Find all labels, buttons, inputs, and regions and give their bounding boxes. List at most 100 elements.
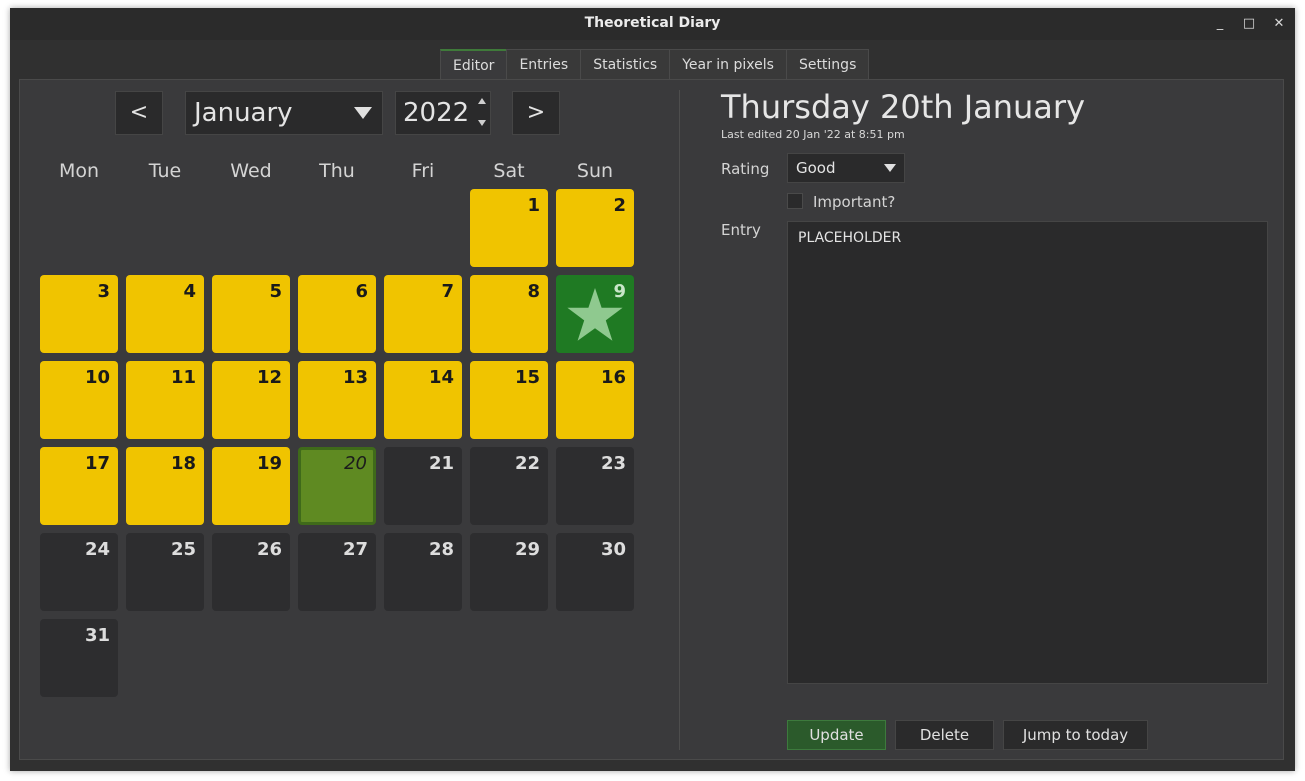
minimize-button[interactable]: _ — [1209, 14, 1231, 34]
day-cell-27[interactable]: 27 — [298, 533, 376, 611]
day-cell-14[interactable]: 14 — [384, 361, 462, 439]
day-cell-20[interactable]: 20 — [298, 447, 376, 525]
day-number: 11 — [170, 367, 196, 388]
window-title: Theoretical Diary — [584, 15, 721, 31]
day-cell-9[interactable]: 9 — [556, 275, 634, 353]
day-number: 5 — [269, 281, 282, 302]
day-cell-3[interactable]: 3 — [40, 275, 118, 353]
day-cell-30[interactable]: 30 — [556, 533, 634, 611]
day-number: 29 — [514, 539, 540, 560]
day-cell-10[interactable]: 10 — [40, 361, 118, 439]
day-cell-17[interactable]: 17 — [40, 447, 118, 525]
day-number: 14 — [428, 367, 454, 388]
tab-bar: Editor Entries Statistics Year in pixels… — [440, 49, 870, 81]
day-cell-13[interactable]: 13 — [298, 361, 376, 439]
day-number: 31 — [84, 625, 110, 646]
next-month-button[interactable]: > — [512, 91, 560, 135]
day-number: 24 — [84, 539, 110, 560]
jump-to-today-button[interactable]: Jump to today — [1003, 720, 1148, 750]
day-number: 16 — [600, 367, 626, 388]
tab-entries[interactable]: Entries — [506, 49, 582, 79]
day-number: 8 — [527, 281, 540, 302]
month-select[interactable]: January — [185, 91, 383, 135]
weekday-sat: Sat — [493, 160, 525, 182]
day-cell-19[interactable]: 19 — [212, 447, 290, 525]
year-value: 2022 — [403, 98, 470, 128]
prev-month-button[interactable]: < — [115, 91, 163, 135]
weekday-sun: Sun — [576, 160, 614, 182]
day-number: 6 — [355, 281, 368, 302]
last-edited-text: Last edited 20 Jan '22 at 8:51 pm — [721, 128, 905, 141]
day-cell-26[interactable]: 26 — [212, 533, 290, 611]
day-cell-2[interactable]: 2 — [556, 189, 634, 267]
day-number: 15 — [514, 367, 540, 388]
weekday-thu: Thu — [319, 160, 355, 182]
day-cell-24[interactable]: 24 — [40, 533, 118, 611]
chevron-down-icon — [884, 164, 896, 172]
update-button[interactable]: Update — [787, 720, 886, 750]
important-checkbox[interactable] — [787, 193, 803, 209]
divider — [679, 90, 680, 750]
day-cell-29[interactable]: 29 — [470, 533, 548, 611]
day-number: 23 — [600, 453, 626, 474]
entry-textarea[interactable]: PLACEHOLDER — [787, 221, 1268, 684]
day-number: 18 — [170, 453, 196, 474]
tab-settings[interactable]: Settings — [785, 49, 870, 79]
day-number: 10 — [84, 367, 110, 388]
editor-panel: < January 2022 > Mon Tue Wed Thu Fri Sat… — [19, 79, 1284, 760]
day-number: 22 — [514, 453, 540, 474]
day-cell-28[interactable]: 28 — [384, 533, 462, 611]
day-cell-1[interactable]: 1 — [470, 189, 548, 267]
weekday-mon: Mon — [58, 160, 100, 182]
day-cell-11[interactable]: 11 — [126, 361, 204, 439]
day-cell-5[interactable]: 5 — [212, 275, 290, 353]
day-number: 4 — [183, 281, 196, 302]
day-cell-25[interactable]: 25 — [126, 533, 204, 611]
day-number: 7 — [441, 281, 454, 302]
day-number: 13 — [342, 367, 368, 388]
day-cell-18[interactable]: 18 — [126, 447, 204, 525]
app-window: Theoretical Diary _ □ ✕ Editor Entries S… — [10, 8, 1295, 771]
day-number: 9 — [613, 281, 626, 302]
entry-label: Entry — [721, 221, 761, 239]
day-cell-31[interactable]: 31 — [40, 619, 118, 697]
day-cell-4[interactable]: 4 — [126, 275, 204, 353]
day-cell-7[interactable]: 7 — [384, 275, 462, 353]
rating-value: Good — [796, 159, 836, 177]
spin-up-icon[interactable] — [478, 98, 486, 104]
day-number: 27 — [342, 539, 368, 560]
delete-button[interactable]: Delete — [895, 720, 994, 750]
day-cell-8[interactable]: 8 — [470, 275, 548, 353]
day-number: 21 — [428, 453, 454, 474]
day-number: 1 — [527, 195, 540, 216]
rating-select[interactable]: Good — [787, 153, 905, 183]
spin-down-icon[interactable] — [478, 120, 486, 126]
year-spinbox[interactable]: 2022 — [395, 91, 491, 135]
day-cell-21[interactable]: 21 — [384, 447, 462, 525]
weekday-fri: Fri — [411, 160, 435, 182]
day-cell-23[interactable]: 23 — [556, 447, 634, 525]
day-number: 17 — [84, 453, 110, 474]
important-label: Important? — [813, 193, 896, 211]
weekday-tue: Tue — [148, 160, 182, 182]
day-cell-12[interactable]: 12 — [212, 361, 290, 439]
day-cell-16[interactable]: 16 — [556, 361, 634, 439]
day-number: 19 — [256, 453, 282, 474]
day-cell-6[interactable]: 6 — [298, 275, 376, 353]
day-cell-15[interactable]: 15 — [470, 361, 548, 439]
day-number: 20 — [344, 453, 367, 474]
chevron-down-icon — [354, 107, 372, 119]
tab-editor[interactable]: Editor — [440, 49, 508, 81]
tab-year-in-pixels[interactable]: Year in pixels — [669, 49, 787, 79]
day-number: 12 — [256, 367, 282, 388]
day-number: 30 — [600, 539, 626, 560]
entry-text: PLACEHOLDER — [798, 230, 902, 246]
weekday-wed: Wed — [230, 160, 272, 182]
date-heading: Thursday 20th January — [721, 88, 1085, 126]
maximize-button[interactable]: □ — [1238, 14, 1260, 34]
day-number: 3 — [97, 281, 110, 302]
close-button[interactable]: ✕ — [1268, 14, 1290, 34]
day-number: 25 — [170, 539, 196, 560]
tab-statistics[interactable]: Statistics — [580, 49, 671, 79]
day-cell-22[interactable]: 22 — [470, 447, 548, 525]
